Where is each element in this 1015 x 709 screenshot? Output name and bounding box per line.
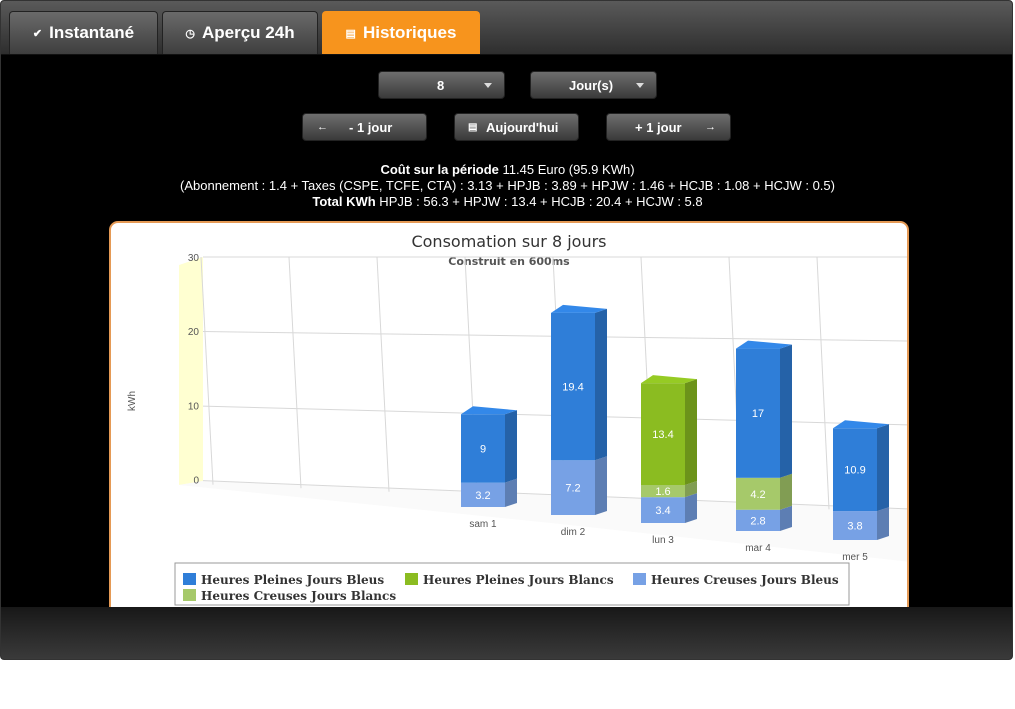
tab-instantane[interactable]: ✔ Instantané (9, 11, 158, 54)
tab-label: Aperçu 24h (202, 23, 295, 42)
legend-label: Heures Creuses Jours Bleus (651, 573, 839, 587)
period-count-select[interactable]: 8 (378, 71, 505, 99)
today-label: Aujourd'hui (486, 119, 559, 135)
bottom-bar (1, 607, 1012, 659)
bar-side (780, 344, 792, 478)
bar-side (685, 493, 697, 523)
chart-title: Consomation sur 8 jours (411, 232, 606, 251)
data-label: 10.9 (844, 465, 865, 477)
tab-historiques[interactable]: ▤ Historiques (322, 11, 480, 54)
calendar-icon: ▤ (468, 121, 478, 133)
total-kwh: Total KWh HPJB : 56.3 + HPJW : 13.4 + HC… (1, 194, 1012, 209)
gridline (816, 256, 830, 510)
bar-side (685, 379, 697, 485)
y-tick-label: 0 (193, 476, 199, 487)
x-tick-label: mer 5 (842, 552, 868, 563)
total-value: HPJB : 56.3 + HPJW : 13.4 + HCJB : 20.4 … (375, 194, 703, 209)
check-icon: ✔ (32, 27, 43, 40)
gridline (288, 256, 302, 489)
y-tick-label: 30 (188, 253, 200, 264)
previous-day-button[interactable]: ← - 1 jour (302, 113, 427, 141)
consumption-chart: Consomation sur 8 joursConstruit en 600m… (127, 232, 907, 606)
data-label: 19.4 (562, 382, 583, 394)
tab-label: Instantané (49, 23, 135, 42)
legend-label: Heures Pleines Jours Blancs (423, 573, 614, 587)
bar-side (877, 424, 889, 512)
cost-value: 11.45 Euro (95.9 KWh) (498, 162, 635, 177)
bar-side (595, 308, 607, 461)
x-tick-label: dim 2 (561, 527, 586, 538)
legend-swatch (183, 573, 196, 585)
bar-side (877, 507, 889, 540)
legend-swatch (183, 589, 196, 601)
app-window: ✔ Instantané ◷ Aperçu 24h ▤ Historiques … (0, 0, 1013, 660)
bar-top (551, 304, 607, 313)
data-label: 7.2 (565, 483, 580, 495)
tab-apercu-24h[interactable]: ◷ Aperçu 24h (162, 11, 318, 54)
legend-label: Heures Creuses Jours Blancs (201, 589, 396, 603)
bar-side (780, 473, 792, 510)
bar-side (595, 456, 607, 515)
calendar-icon: ▤ (345, 27, 356, 40)
bar-top (736, 340, 792, 349)
data-label: 1.6 (655, 486, 670, 498)
previous-day-label: - 1 jour (349, 119, 393, 135)
clock-icon: ◷ (185, 27, 195, 40)
bar-top (833, 420, 889, 429)
total-label: Total KWh (312, 194, 376, 209)
next-day-button[interactable]: + 1 jour → (606, 113, 731, 141)
tab-label: Historiques (362, 23, 457, 42)
legend-swatch (633, 573, 646, 585)
period-unit-select[interactable]: Jour(s) (530, 71, 657, 99)
data-label: 3.2 (475, 490, 490, 502)
data-label: 13.4 (652, 429, 673, 441)
arrow-left-icon: ← (317, 121, 328, 133)
cost-label: Coût sur la période (380, 162, 499, 177)
bar-top (641, 375, 697, 384)
gridline (376, 256, 390, 492)
data-label: 9 (480, 443, 486, 455)
bar-top (461, 406, 517, 415)
chart-panel: Consomation sur 8 jours Construit en 600m… (109, 221, 909, 621)
y-axis-wall (179, 257, 203, 485)
legend-swatch (405, 573, 418, 585)
data-label: 3.4 (655, 505, 670, 517)
x-tick-label: mar 4 (745, 543, 771, 554)
legend-label: Heures Pleines Jours Bleus (201, 573, 384, 587)
tab-bar: ✔ Instantané ◷ Aperçu 24h ▤ Historiques (1, 1, 1012, 55)
bar-side (780, 505, 792, 531)
y-tick-label: 10 (188, 401, 200, 412)
chevron-down-icon (484, 83, 492, 88)
data-label: 3.8 (847, 521, 862, 533)
data-label: 17 (752, 408, 764, 420)
x-tick-label: sam 1 (469, 519, 497, 530)
bar-side (505, 478, 517, 507)
x-tick-label: lun 3 (652, 535, 674, 546)
next-day-label: + 1 jour (635, 119, 682, 135)
period-unit-value: Jour(s) (569, 77, 614, 93)
today-button[interactable]: ▤ Aujourd'hui (454, 113, 579, 141)
cost-detail: (Abonnement : 1.4 + Taxes (CSPE, TCFE, C… (180, 178, 835, 193)
data-label: 2.8 (750, 515, 765, 527)
cost-summary: Coût sur la période 11.45 Euro (95.9 KWh… (1, 162, 1012, 177)
data-label: 4.2 (750, 489, 765, 501)
period-count-value: 8 (437, 77, 445, 93)
chevron-down-icon (636, 83, 644, 88)
y-axis-label: kWh (127, 391, 138, 411)
chart-floor (179, 481, 907, 562)
bar-side (505, 410, 517, 483)
y-tick-label: 20 (188, 327, 200, 338)
arrow-right-icon: → (705, 121, 716, 133)
